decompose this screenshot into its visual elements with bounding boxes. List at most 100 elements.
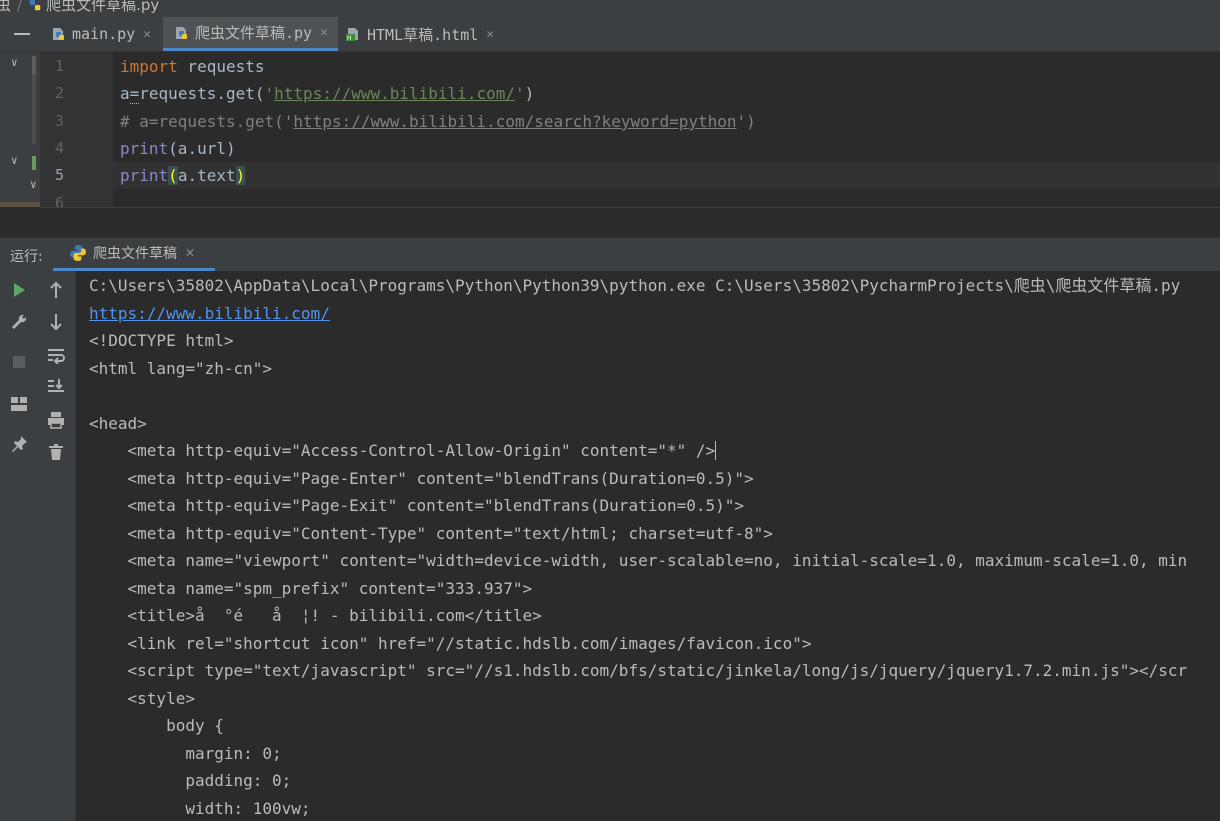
string: ': [264, 84, 275, 103]
console-link[interactable]: https://www.bilibili.com/: [89, 304, 330, 323]
python-file-icon: [176, 26, 187, 39]
layout-icon[interactable]: [8, 393, 30, 415]
console-line: <title>å °é å ¦! - bilibili.com</title>: [89, 606, 542, 625]
console-line: padding: 0;: [89, 771, 292, 790]
chevron-down-icon[interactable]: ∨: [30, 178, 37, 191]
breadcrumb-file[interactable]: 爬虫文件草稿.py: [46, 0, 159, 14]
run-toolbar-primary: [0, 271, 39, 821]
run-tab[interactable]: 爬虫文件草稿 ✕: [53, 238, 215, 271]
arrow-down-icon[interactable]: [45, 311, 67, 333]
code-text: a.text: [177, 166, 236, 185]
console-line: <meta http-equiv="Access-Control-Allow-O…: [89, 437, 717, 464]
console-line: <meta http-equiv="Page-Exit" content="bl…: [89, 496, 745, 515]
code-line-2[interactable]: a=requests.get('https://www.bilibili.com…: [120, 80, 534, 107]
comment: '): [736, 112, 756, 131]
comment: # a=requests.get(': [120, 112, 294, 131]
console-line: body {: [89, 716, 224, 735]
close-icon[interactable]: ✕: [143, 27, 151, 42]
python-file-icon: [29, 0, 41, 11]
console-line: <meta http-equiv="Content-Type" content=…: [89, 524, 773, 543]
chevron-down-icon[interactable]: ∨: [11, 154, 18, 167]
current-line-highlight: [113, 162, 1220, 189]
html-file-icon: H: [346, 28, 358, 42]
project-tool-strip: ∨ ∨ ∨: [0, 52, 40, 207]
console-line: https://www.bilibili.com/: [89, 300, 330, 327]
arrow-up-icon[interactable]: [45, 279, 67, 301]
builtin: print: [120, 166, 169, 185]
tab-label: 爬虫文件草稿.py: [195, 24, 313, 42]
soft-wrap-icon[interactable]: [45, 344, 67, 366]
svg-text:H: H: [347, 35, 352, 42]
console-output[interactable]: C:\Users\35802\AppData\Local\Programs\Py…: [76, 271, 1220, 821]
divider: [40, 207, 1220, 208]
run-tab-label: 爬虫文件草稿: [93, 246, 177, 262]
tab-html-draft[interactable]: H HTML草稿.html ✕: [345, 17, 494, 51]
code-text: (a.url): [168, 139, 236, 158]
close-icon[interactable]: ✕: [185, 246, 195, 260]
code-text: =: [129, 84, 140, 104]
close-icon[interactable]: ✕: [486, 27, 494, 42]
console-line: <link rel="shortcut icon" href="//static…: [89, 634, 812, 653]
console-line: <script type="text/javascript" src="//s1…: [89, 661, 1188, 680]
code-text: ): [524, 84, 535, 103]
tool-strip-bar: [32, 74, 36, 144]
python-icon: [70, 245, 86, 261]
chevron-down-icon[interactable]: ∨: [11, 56, 18, 69]
run-toolbar-secondary: [38, 271, 76, 821]
run-panel-label: 运行:: [10, 249, 43, 265]
tab-label: main.py: [72, 25, 136, 43]
console-line: <meta name="viewport" content="width=dev…: [89, 551, 1188, 570]
wrench-icon[interactable]: [8, 311, 30, 333]
console-line: <meta name="spm_prefix" content="333.937…: [89, 579, 533, 598]
code-line-5[interactable]: print(a.text): [120, 162, 246, 189]
editor-tab-bar: main.py ✕ 爬虫文件草稿.py ✕ H HTML草稿.html ✕: [0, 17, 1220, 52]
bracket-highlight: (: [168, 166, 178, 185]
line-number: 5: [54, 166, 64, 184]
code-text: requests: [177, 57, 265, 76]
tool-strip-bar: [32, 56, 36, 74]
code-line-3[interactable]: # a=requests.get('https://www.bilibili.c…: [120, 108, 756, 135]
code-text: a: [120, 84, 130, 103]
console-line: margin: 0;: [89, 744, 282, 763]
console-line: <!DOCTYPE html>: [89, 331, 234, 350]
code-editor[interactable]: ∨ ∨ ∨ 1 2 3 4 5 6 import requests a=requ…: [0, 52, 1220, 207]
breadcrumb-separator: /: [17, 0, 23, 14]
editor-spacer: [0, 207, 1220, 237]
tool-strip-bar: [32, 156, 36, 170]
run-icon[interactable]: [8, 279, 30, 301]
tab-label: HTML草稿.html: [367, 25, 479, 44]
console-text: <meta http-equiv="Access-Control-Allow-O…: [89, 441, 716, 460]
text-cursor: [715, 441, 717, 460]
stop-icon[interactable]: [8, 351, 30, 373]
line-number: 3: [54, 112, 64, 130]
console-line: C:\Users\35802\AppData\Local\Programs\Py…: [89, 276, 1181, 295]
run-panel-header: 运行: 爬虫文件草稿 ✕: [0, 237, 1220, 271]
console-line: <style>: [89, 689, 195, 708]
code-line-4[interactable]: print(a.url): [120, 135, 236, 162]
line-number: 4: [54, 139, 64, 157]
line-number: 1: [54, 57, 64, 75]
string: ': [514, 84, 525, 103]
trash-icon[interactable]: [45, 441, 67, 463]
bracket-highlight: ): [235, 166, 246, 185]
close-icon[interactable]: ✕: [320, 25, 328, 40]
pin-icon[interactable]: [8, 433, 30, 455]
builtin: print: [120, 139, 169, 158]
line-number: 6: [54, 194, 64, 207]
scroll-to-end-icon[interactable]: [45, 375, 67, 397]
breadcrumb: 虫 / 爬虫文件草稿.py: [0, 0, 1220, 17]
print-icon[interactable]: [45, 409, 67, 431]
code-line-1[interactable]: import requests: [120, 53, 265, 80]
comment-url[interactable]: https://www.bilibili.com/search?keyword=…: [293, 112, 736, 131]
tab-main-py[interactable]: main.py ✕: [50, 17, 151, 51]
url-string[interactable]: https://www.bilibili.com/: [274, 84, 515, 103]
console-line: <head>: [89, 414, 147, 433]
tab-crawler-draft-py[interactable]: 爬虫文件草稿.py ✕: [163, 17, 338, 51]
console-line: width: 100vw;: [89, 799, 311, 818]
breadcrumb-project[interactable]: 虫: [0, 0, 11, 14]
python-file-icon: [53, 28, 64, 40]
collapse-icon[interactable]: [14, 33, 30, 35]
console-line: <html lang="zh-cn">: [89, 359, 273, 378]
line-number: 2: [54, 84, 64, 102]
code-text: requests.get(: [139, 84, 265, 103]
